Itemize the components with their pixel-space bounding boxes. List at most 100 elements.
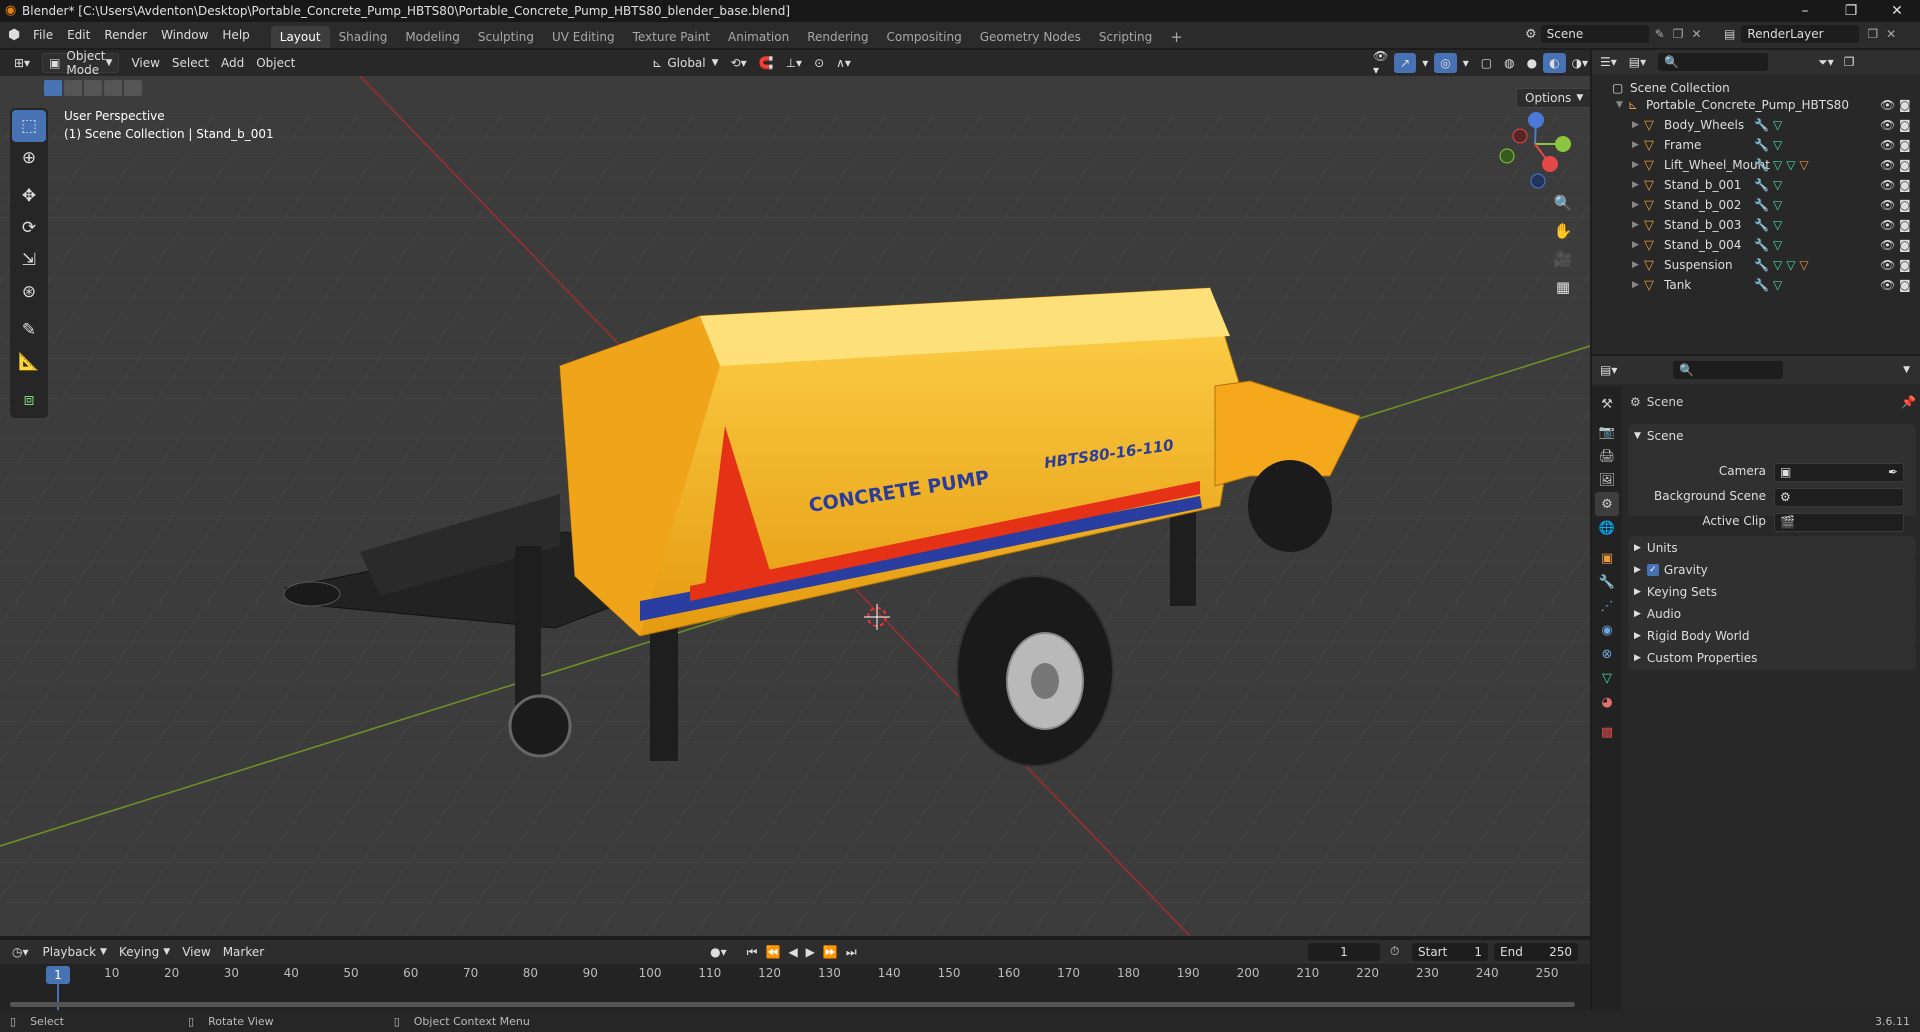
delete-viewlayer-icon[interactable]: ✕	[1886, 27, 1896, 41]
transform-tool-icon[interactable]: ⊛	[12, 276, 46, 308]
overlay-menu-icon[interactable]: ▾	[1457, 53, 1475, 73]
3d-viewport[interactable]: CONCRETE PUMP HBTS80-16-110 User Perspec…	[0, 76, 1590, 936]
options-dropdown[interactable]: Options ▼	[1516, 88, 1590, 108]
display-mode-icon[interactable]: ▤▾	[1629, 55, 1646, 69]
constraints-tab-icon[interactable]: ⊗	[1595, 642, 1619, 666]
modifier-wrench-icon[interactable]: 🔧	[1754, 198, 1769, 212]
camera-view-icon[interactable]: 🎥	[1549, 245, 1577, 273]
bg-scene-field[interactable]: ⚙	[1774, 488, 1904, 507]
editor-type-icon[interactable]: ⊞▾	[8, 53, 36, 73]
select-box-tool-icon[interactable]: ⬚	[12, 110, 46, 142]
minimize-button[interactable]: –	[1782, 0, 1828, 22]
modifier-wrench-icon[interactable]: 🔧	[1754, 158, 1769, 172]
render-tab-icon[interactable]: 📷	[1595, 420, 1619, 444]
next-keyframe-icon[interactable]: ⏩	[823, 945, 838, 959]
end-frame-field[interactable]: End 250	[1494, 943, 1578, 961]
timeline-scrollbar[interactable]	[10, 1002, 1575, 1007]
overlay-icon[interactable]: ◎	[1434, 53, 1457, 73]
eye-icon[interactable]: 👁	[1880, 138, 1895, 152]
expand-arrow-icon[interactable]: ▶	[1632, 180, 1644, 190]
eye-icon[interactable]: 👁	[1880, 98, 1895, 112]
eye-icon[interactable]: 👁	[1880, 178, 1895, 192]
expand-arrow-icon[interactable]: ▶	[1632, 260, 1644, 270]
scene-icon[interactable]: ⚙	[1525, 27, 1537, 42]
camera-field[interactable]: ▣ ✒	[1774, 463, 1904, 482]
prev-keyframe-icon[interactable]: ⏪	[765, 945, 780, 959]
eye-icon[interactable]: 👁	[1880, 158, 1895, 172]
menu-help[interactable]: Help	[215, 22, 256, 48]
mesh-data-icon[interactable]: ▽	[1773, 218, 1782, 232]
modifier-wrench-icon[interactable]: 🔧	[1754, 278, 1769, 292]
select-subtract-icon[interactable]	[84, 80, 102, 96]
gizmo-menu-icon[interactable]: ▾	[1416, 53, 1434, 73]
mesh-data-icon[interactable]: ▽	[1773, 258, 1782, 272]
modifier-wrench-icon[interactable]: 🔧	[1754, 238, 1769, 252]
mesh-data-icon[interactable]: ▽	[1773, 178, 1782, 192]
start-frame-field[interactable]: Start 1	[1412, 943, 1488, 961]
render-camera-icon[interactable]: ◙	[1899, 118, 1911, 132]
measure-tool-icon[interactable]: 📐	[12, 346, 46, 378]
object-tab-icon[interactable]: ▣	[1595, 546, 1619, 570]
new-scene-icon[interactable]: ❐	[1673, 27, 1684, 41]
scene-tab-icon[interactable]: ⚙	[1595, 492, 1619, 516]
timeline-editor-icon[interactable]: ◷▾	[12, 945, 29, 959]
proportional-edit-icon[interactable]: ⊙	[808, 53, 830, 73]
output-tab-icon[interactable]: 🖨	[1595, 444, 1619, 468]
eye-icon[interactable]: 👁	[1880, 218, 1895, 232]
outliner-item[interactable]: ▶ ▽ Stand_b_004 🔧 ▽ 👁 ◙	[1592, 235, 1920, 255]
texture-tab-icon[interactable]: ▩	[1595, 720, 1619, 744]
cursor-tool-icon[interactable]: ⊕	[12, 142, 46, 174]
eye-icon[interactable]: 👁	[1880, 198, 1895, 212]
select-intersect-icon[interactable]	[124, 80, 142, 96]
menu-view[interactable]: View	[125, 53, 165, 73]
mesh-data-icon[interactable]: ▽	[1773, 238, 1782, 252]
render-camera-icon[interactable]: ◙	[1899, 178, 1911, 192]
outliner-item[interactable]: ▶ ▽ Stand_b_001 🔧 ▽ 👁 ◙	[1592, 175, 1920, 195]
tab-layout[interactable]: Layout	[270, 26, 330, 48]
select-invert-icon[interactable]	[104, 80, 122, 96]
render-camera-icon[interactable]: ◙	[1899, 258, 1911, 272]
menu-object[interactable]: Object	[250, 53, 301, 73]
constraint-icon[interactable]: ▽	[1799, 258, 1808, 272]
modifier-wrench-icon[interactable]: 🔧	[1754, 258, 1769, 272]
viewlayer-field[interactable]: RenderLayer	[1741, 25, 1860, 43]
eye-icon[interactable]: 👁	[1880, 258, 1895, 272]
render-camera-icon[interactable]: ◙	[1899, 138, 1911, 152]
menu-marker[interactable]: Marker	[217, 942, 270, 962]
tab-geometry-nodes[interactable]: Geometry Nodes	[971, 26, 1090, 48]
eyedropper-icon[interactable]: ✒	[1888, 465, 1898, 479]
tab-uv-editing[interactable]: UV Editing	[543, 26, 624, 48]
add-cube-tool-icon[interactable]: ⧈	[12, 384, 46, 416]
outliner-editor-icon[interactable]: ☰▾	[1600, 55, 1617, 69]
viewlayer-icon[interactable]: ▤	[1724, 27, 1735, 41]
scene-panel-header[interactable]: ▼ Scene	[1628, 424, 1916, 448]
add-workspace-icon[interactable]: +	[1161, 26, 1192, 48]
record-icon[interactable]: ●▾	[710, 945, 727, 959]
menu-timeline-view[interactable]: View	[176, 942, 216, 962]
jump-start-icon[interactable]: ⏮	[747, 945, 758, 960]
xray-icon[interactable]: ▢	[1475, 53, 1498, 73]
modifier-wrench-icon[interactable]: 🔧	[1754, 218, 1769, 232]
falloff-icon[interactable]: ∧▾	[830, 53, 857, 73]
tab-sculpting[interactable]: Sculpting	[469, 26, 543, 48]
expand-arrow-icon[interactable]: ▶	[1632, 220, 1644, 230]
maximize-button[interactable]: ❐	[1828, 0, 1874, 22]
eye-icon[interactable]: 👁	[1880, 118, 1895, 132]
physics-tab-icon[interactable]: ◉	[1595, 618, 1619, 642]
rotate-tool-icon[interactable]: ⟳	[12, 212, 46, 244]
new-collection-icon[interactable]: ❐	[1844, 55, 1855, 69]
render-camera-icon[interactable]: ◙	[1899, 198, 1911, 212]
pin-icon[interactable]: ✎	[1655, 27, 1665, 41]
data-tab-icon[interactable]: ▽	[1595, 666, 1619, 690]
expand-arrow-icon[interactable]: ▶	[1632, 200, 1644, 210]
outliner-collection[interactable]: ▼ ⊾ Portable_Concrete_Pump_HBTS80 👁 ◙	[1592, 95, 1920, 115]
expand-arrow-icon[interactable]: ▶	[1632, 240, 1644, 250]
gravity-checkbox[interactable]: ✓	[1646, 564, 1659, 576]
tab-shading[interactable]: Shading	[330, 26, 397, 48]
view-layer-tab-icon[interactable]: 🖼	[1595, 468, 1619, 492]
menu-window[interactable]: Window	[154, 22, 215, 48]
mesh-data-icon[interactable]: ▽	[1773, 118, 1782, 132]
outliner-search-input[interactable]: 🔍	[1658, 53, 1769, 71]
particles-tab-icon[interactable]: ⋰	[1595, 594, 1619, 618]
play-reverse-icon[interactable]: ◀	[788, 945, 797, 959]
